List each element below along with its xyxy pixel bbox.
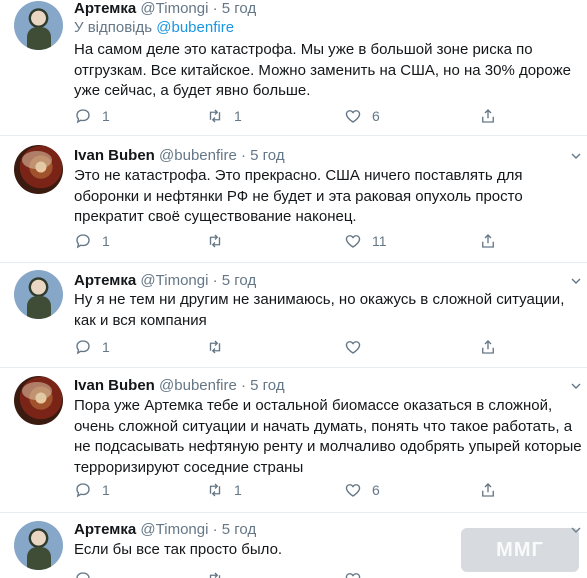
- like-button[interactable]: 6: [344, 480, 380, 500]
- reply-button[interactable]: [74, 569, 92, 578]
- retweet-icon: [209, 483, 221, 497]
- like-button[interactable]: 6: [344, 106, 380, 126]
- share-button[interactable]: [479, 337, 497, 357]
- tweet-header: Ivan Buben @bubenfire · 5 год: [74, 377, 285, 395]
- author-name[interactable]: Артемка: [74, 521, 136, 538]
- tweet-1[interactable]: Артемка @Timongi · 5 год У відповідь @bu…: [0, 0, 587, 135]
- avatar[interactable]: [14, 1, 63, 50]
- tweet-actions: [74, 569, 514, 578]
- retweet-icon: [209, 234, 221, 248]
- tweet-time[interactable]: 5 год: [222, 272, 256, 289]
- separator-dot: ·: [212, 272, 218, 289]
- author-handle[interactable]: @Timongi: [140, 521, 208, 538]
- reply-count: 1: [102, 339, 110, 355]
- like-icon: [345, 110, 361, 123]
- avatar[interactable]: [14, 376, 63, 425]
- author-handle[interactable]: @bubenfire: [159, 147, 237, 164]
- chevron-down-icon[interactable]: [571, 151, 581, 161]
- reply-icon: [76, 340, 90, 355]
- tweet-header: Артемка @Timongi · 5 год: [74, 272, 256, 290]
- reply-button[interactable]: 1: [74, 231, 110, 251]
- separator-dot: ·: [240, 377, 246, 394]
- like-count: 6: [372, 108, 380, 124]
- retweet-button[interactable]: [206, 231, 234, 251]
- reply-prefix: У відповідь: [74, 19, 153, 36]
- author-handle[interactable]: @bubenfire: [159, 377, 237, 394]
- reply-button[interactable]: 1: [74, 480, 110, 500]
- tweet-text: Пора уже Артемка тебе и остальной биомас…: [74, 397, 582, 476]
- reply-icon: [76, 109, 90, 124]
- like-icon: [345, 341, 361, 354]
- like-icon: [345, 484, 361, 497]
- retweet-button[interactable]: [206, 337, 234, 357]
- tweet-text: На самом деле это катастрофа. Мы уже в б…: [74, 41, 571, 99]
- reply-icon: [76, 483, 90, 498]
- separator-dot: ·: [212, 0, 218, 17]
- author-name[interactable]: Артемка: [74, 272, 136, 289]
- like-button[interactable]: [344, 569, 362, 578]
- author-name[interactable]: Ivan Buben: [74, 377, 155, 394]
- like-count: 6: [372, 482, 380, 498]
- tweet-text: Это не катастрофа. Это прекрасно. США ни…: [74, 167, 523, 225]
- tweet-2[interactable]: Ivan Buben @bubenfire · 5 год Это не кат…: [0, 136, 587, 262]
- reply-button[interactable]: 1: [74, 106, 110, 126]
- separator-dot: ·: [240, 147, 246, 164]
- avatar[interactable]: [14, 145, 63, 194]
- reply-mention[interactable]: @bubenfire: [156, 19, 234, 36]
- author-name[interactable]: Артемка: [74, 0, 136, 17]
- avatar[interactable]: [14, 521, 63, 570]
- tweet-time[interactable]: 5 год: [222, 0, 256, 17]
- author-name[interactable]: Ivan Buben: [74, 147, 155, 164]
- reply-button[interactable]: 1: [74, 337, 110, 357]
- retweet-count: 1: [234, 108, 242, 124]
- tweet-header: Ivan Buben @bubenfire · 5 год: [74, 147, 285, 165]
- tweet-actions: 1 11: [74, 231, 514, 251]
- tweet-time[interactable]: 5 год: [250, 147, 284, 164]
- tweet-time[interactable]: 5 год: [250, 377, 284, 394]
- tweet-text: Ну я не тем ни другим не занимаюсь, но о…: [74, 291, 565, 329]
- like-count: 11: [372, 233, 387, 249]
- retweet-icon: [209, 572, 221, 578]
- tweet-actions: 1 1 6: [74, 480, 514, 500]
- retweet-icon: [209, 109, 221, 123]
- separator-dot: ·: [212, 521, 218, 538]
- share-icon: [482, 109, 494, 123]
- like-icon: [345, 235, 361, 248]
- tweet-3[interactable]: Артемка @Timongi · 5 год Ну я не тем ни …: [0, 263, 587, 367]
- share-icon: [482, 234, 494, 248]
- share-icon: [482, 483, 494, 497]
- retweet-button[interactable]: 1: [206, 480, 242, 500]
- like-icon: [345, 573, 361, 578]
- tweet-header: Артемка @Timongi · 5 год: [74, 521, 256, 539]
- share-button[interactable]: [479, 106, 497, 126]
- reply-context: У відповідь @bubenfire: [74, 19, 234, 37]
- reply-count: 1: [102, 108, 110, 124]
- watermark-logo: ММГ: [461, 528, 579, 572]
- tweet-actions: 1: [74, 337, 514, 357]
- tweet-header: Артемка @Timongi · 5 год: [74, 0, 256, 18]
- tweet-time[interactable]: 5 год: [222, 521, 256, 538]
- retweet-button[interactable]: [206, 569, 224, 578]
- chevron-down-icon[interactable]: [571, 276, 581, 286]
- reply-count: 1: [102, 233, 110, 249]
- chevron-down-icon[interactable]: [571, 381, 581, 391]
- retweet-count: 1: [234, 482, 242, 498]
- like-button[interactable]: [344, 337, 372, 357]
- watermark-text: ММГ: [496, 538, 544, 561]
- share-icon: [482, 340, 494, 354]
- reply-icon: [76, 234, 90, 249]
- reply-icon: [76, 572, 90, 578]
- tweet-actions: 1 1 6: [74, 106, 514, 126]
- like-button[interactable]: 11: [344, 231, 387, 251]
- reply-count: 1: [102, 482, 110, 498]
- retweet-button[interactable]: 1: [206, 106, 242, 126]
- share-button[interactable]: [479, 231, 497, 251]
- author-handle[interactable]: @Timongi: [140, 0, 208, 17]
- retweet-icon: [209, 340, 221, 354]
- avatar[interactable]: [14, 270, 63, 319]
- tweet-4[interactable]: Ivan Buben @bubenfire · 5 год Пора уже А…: [0, 368, 587, 512]
- share-button[interactable]: [479, 480, 497, 500]
- author-handle[interactable]: @Timongi: [140, 272, 208, 289]
